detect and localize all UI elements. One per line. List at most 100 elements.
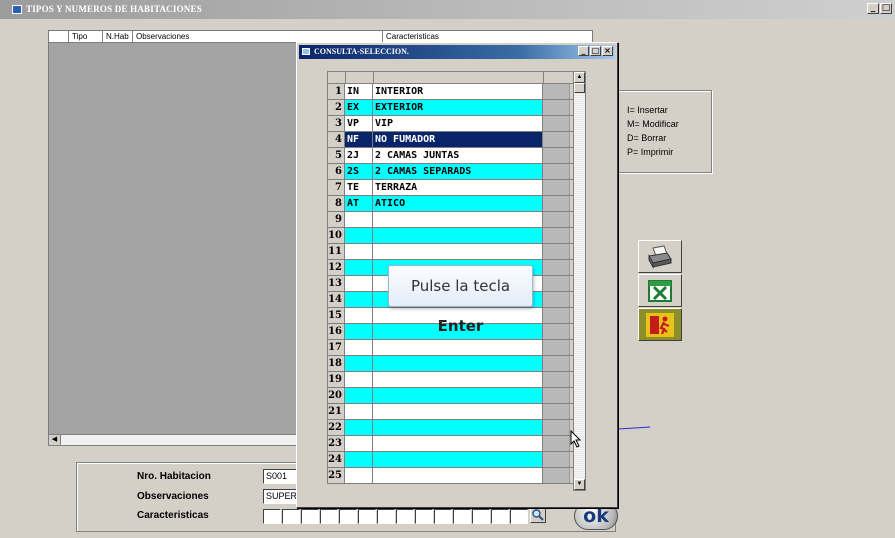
minimize-button[interactable]: _ bbox=[867, 3, 879, 14]
print-button[interactable] bbox=[638, 240, 682, 273]
table-row[interactable]: 2 EX EXTERIOR bbox=[327, 100, 585, 116]
row-extra-cell bbox=[543, 308, 570, 323]
col-header-tipo[interactable]: Tipo bbox=[69, 31, 103, 43]
dialog-minimize-button[interactable]: _ bbox=[578, 46, 589, 56]
row-code bbox=[345, 372, 373, 387]
enter-key-tooltip: Pulse la tecla Enter bbox=[388, 265, 533, 335]
caracteristica-cell[interactable] bbox=[263, 509, 281, 524]
row-extra-cell bbox=[543, 244, 570, 259]
row-code: IN bbox=[345, 84, 373, 99]
table-row[interactable]: 21 bbox=[327, 404, 585, 420]
row-extra-cell bbox=[543, 276, 570, 291]
grid-corner bbox=[49, 31, 69, 43]
dialog-maximize-button[interactable]: □ bbox=[590, 46, 601, 56]
row-description: 2 CAMAS JUNTAS bbox=[373, 148, 543, 163]
row-description bbox=[373, 228, 543, 243]
main-titlebar[interactable]: TIPOS Y NUMEROS DE HABITACIONES _ □ bbox=[0, 0, 895, 19]
selection-table-vscrollbar[interactable]: ▲ ▼ bbox=[573, 71, 586, 491]
row-code bbox=[345, 452, 373, 467]
table-row[interactable]: 23 bbox=[327, 436, 585, 452]
excel-export-button[interactable] bbox=[638, 274, 682, 307]
dialog-close-button[interactable]: × bbox=[602, 46, 613, 56]
help-delete: D= Borrar bbox=[627, 133, 667, 143]
col-header-nhab[interactable]: N.Hab bbox=[103, 31, 133, 43]
row-number: 15 bbox=[327, 308, 345, 323]
table-row[interactable]: 18 bbox=[327, 356, 585, 372]
table-row[interactable]: 10 bbox=[327, 228, 585, 244]
table-row-selected[interactable]: 4 NF NO FUMADOR bbox=[327, 132, 585, 148]
row-extra-cell bbox=[543, 372, 570, 387]
row-number: 25 bbox=[327, 468, 345, 483]
row-description bbox=[373, 244, 543, 259]
row-number: 21 bbox=[327, 404, 345, 419]
maximize-button[interactable]: □ bbox=[880, 3, 892, 14]
excel-icon bbox=[648, 279, 672, 302]
keyboard-help-panel: I= Insertar M= Modificar D= Borrar P= Im… bbox=[616, 90, 712, 173]
row-code bbox=[345, 276, 373, 291]
mouse-cursor-icon bbox=[570, 430, 582, 448]
row-description bbox=[373, 388, 543, 403]
table-row[interactable]: 5 2J 2 CAMAS JUNTAS bbox=[327, 148, 585, 164]
row-extra-cell bbox=[543, 228, 570, 243]
row-extra-cell bbox=[543, 116, 570, 131]
row-number: 10 bbox=[327, 228, 345, 243]
scroll-left-button[interactable]: ◀ bbox=[49, 435, 61, 445]
row-code: AT bbox=[345, 196, 373, 211]
row-number: 23 bbox=[327, 436, 345, 451]
table-row[interactable]: 8 AT ATICO bbox=[327, 196, 585, 212]
caracteristica-cell[interactable] bbox=[301, 509, 319, 524]
table-row[interactable]: 20 bbox=[327, 388, 585, 404]
row-number: 14 bbox=[327, 292, 345, 307]
table-row[interactable]: 19 bbox=[327, 372, 585, 388]
exit-button[interactable] bbox=[638, 308, 682, 341]
scroll-down-button[interactable]: ▼ bbox=[574, 479, 585, 490]
rooms-grid-hscrollbar[interactable]: ◀ bbox=[48, 434, 298, 446]
row-number: 5 bbox=[327, 148, 345, 163]
dialog-window-icon bbox=[302, 48, 310, 55]
row-code bbox=[345, 420, 373, 435]
row-code bbox=[345, 404, 373, 419]
table-row[interactable]: 3 VP VIP bbox=[327, 116, 585, 132]
row-code: VP bbox=[345, 116, 373, 131]
row-number: 24 bbox=[327, 452, 345, 467]
row-number: 3 bbox=[327, 116, 345, 131]
table-row[interactable]: 1 IN INTERIOR bbox=[327, 84, 585, 100]
caracteristica-cell[interactable] bbox=[282, 509, 300, 524]
row-number: 12 bbox=[327, 260, 345, 275]
row-code bbox=[345, 468, 373, 483]
row-code bbox=[345, 244, 373, 259]
row-extra-cell bbox=[543, 196, 570, 211]
dialog-titlebar[interactable]: CONSULTA-SELECCION. _ □ × bbox=[299, 45, 615, 59]
table-row[interactable]: 22 bbox=[327, 420, 585, 436]
table-row[interactable]: 11 bbox=[327, 244, 585, 260]
row-extra-cell bbox=[543, 260, 570, 275]
table-row[interactable]: 7 TE TERRAZA bbox=[327, 180, 585, 196]
row-extra-cell bbox=[543, 164, 570, 179]
row-code bbox=[345, 228, 373, 243]
main-window-title: TIPOS Y NUMEROS DE HABITACIONES bbox=[26, 4, 202, 14]
table-row[interactable]: 9 bbox=[327, 212, 585, 228]
dialog-title: CONSULTA-SELECCION. bbox=[314, 47, 409, 56]
selection-table-header bbox=[327, 71, 585, 84]
row-number: 11 bbox=[327, 244, 345, 259]
row-number: 22 bbox=[327, 420, 345, 435]
scroll-thumb[interactable] bbox=[574, 83, 585, 93]
row-description: 2 CAMAS SEPARADS bbox=[373, 164, 543, 179]
row-number: 16 bbox=[327, 324, 345, 339]
row-number: 17 bbox=[327, 340, 345, 355]
row-extra-cell bbox=[543, 148, 570, 163]
table-row[interactable]: 24 bbox=[327, 452, 585, 468]
scroll-up-button[interactable]: ▲ bbox=[574, 72, 585, 83]
tooltip-text: Pulse la tecla bbox=[410, 277, 511, 295]
table-row[interactable]: 6 2S 2 CAMAS SEPARADS bbox=[327, 164, 585, 180]
row-code: EX bbox=[345, 100, 373, 115]
row-number: 1 bbox=[327, 84, 345, 99]
row-description bbox=[373, 404, 543, 419]
row-code bbox=[345, 292, 373, 307]
table-row[interactable]: 25 bbox=[327, 468, 585, 484]
row-extra-cell bbox=[543, 84, 570, 99]
row-extra-cell bbox=[543, 212, 570, 227]
row-description: NO FUMADOR bbox=[373, 132, 543, 147]
row-extra-cell bbox=[543, 100, 570, 115]
exit-door-icon bbox=[646, 312, 674, 337]
